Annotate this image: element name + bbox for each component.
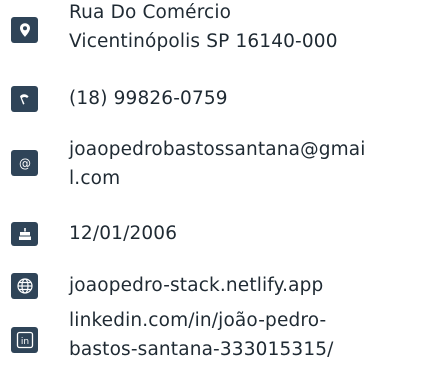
email-line-2: l.com [69,168,121,189]
linkedin-line-1: linkedin.com/in/joão-pedro- [69,310,327,331]
globe-icon [11,273,38,299]
linkedin-link[interactable]: linkedin.com/in/joão-pedro- bastos-santa… [69,306,334,364]
at-sign-icon: @ [11,150,38,176]
svg-text:@: @ [19,157,31,171]
website-link[interactable]: joaopedro-stack.netlify.app [69,271,323,300]
email-link[interactable]: joaopedrobastossantana@gmai l.com [69,135,366,193]
phone-number: (18) 99826-0759 [69,88,228,109]
contact-info-list: Rua Do Comércio Vicentinópolis SP 16140-… [0,0,440,365]
email-line-1: joaopedrobastossantana@gmai [69,139,366,160]
linkedin-line-2: bastos-santana-333015315/ [69,339,334,360]
address-line-1: Rua Do Comércio [69,2,232,23]
address-text: Rua Do Comércio Vicentinópolis SP 16140-… [69,0,338,56]
birthdate-text: 12/01/2006 [69,223,178,244]
svg-text:in: in [20,337,28,347]
phone-icon [11,86,38,112]
linkedin-icon: in [11,327,38,353]
location-pin-icon [11,17,38,43]
address-line-2: Vicentinópolis SP 16140-000 [69,31,338,52]
cake-icon [11,222,38,246]
